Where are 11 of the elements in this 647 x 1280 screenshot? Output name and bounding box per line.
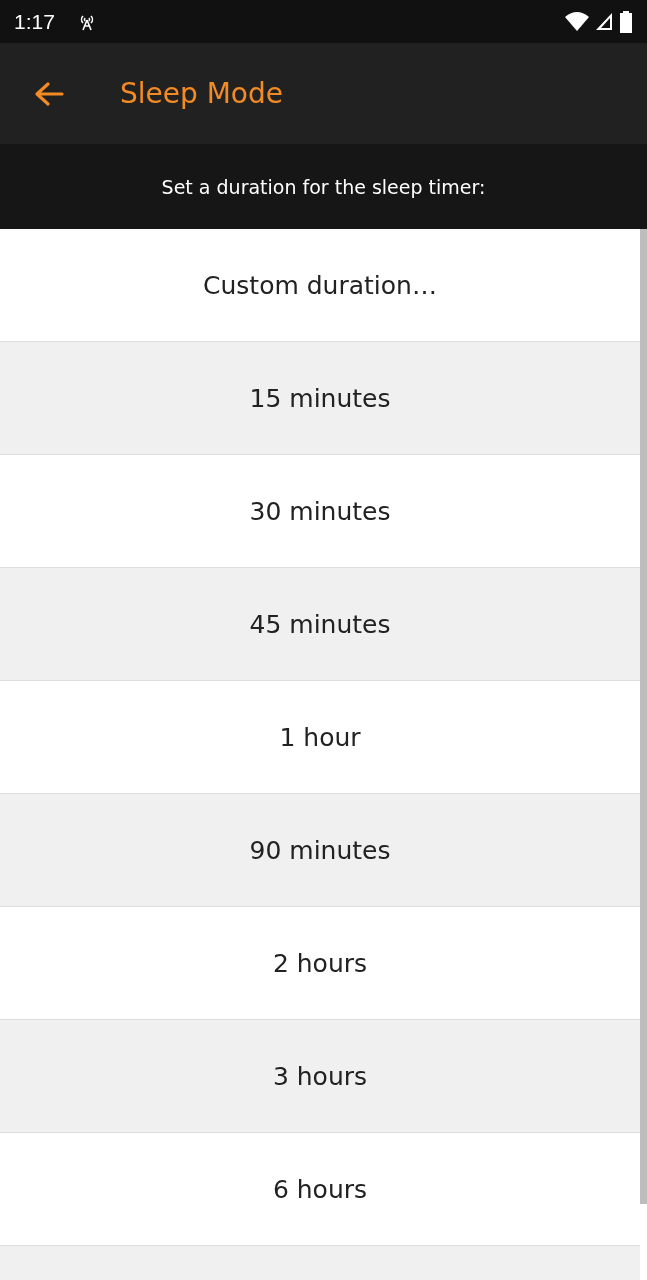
battery-icon <box>619 10 633 33</box>
duration-option[interactable]: 90 minutes <box>0 794 640 907</box>
duration-option[interactable]: 3 hours <box>0 1020 640 1133</box>
duration-option[interactable]: 45 minutes <box>0 568 640 681</box>
status-time: 1:17 <box>14 9 55 34</box>
subtitle-text: Set a duration for the sleep timer: <box>161 175 486 198</box>
signal-icon <box>595 12 613 31</box>
wifi-icon <box>565 12 589 31</box>
duration-option[interactable]: 15 minutes <box>0 342 640 455</box>
back-arrow-icon <box>34 80 64 107</box>
toolbar-title: Sleep Mode <box>120 77 283 110</box>
